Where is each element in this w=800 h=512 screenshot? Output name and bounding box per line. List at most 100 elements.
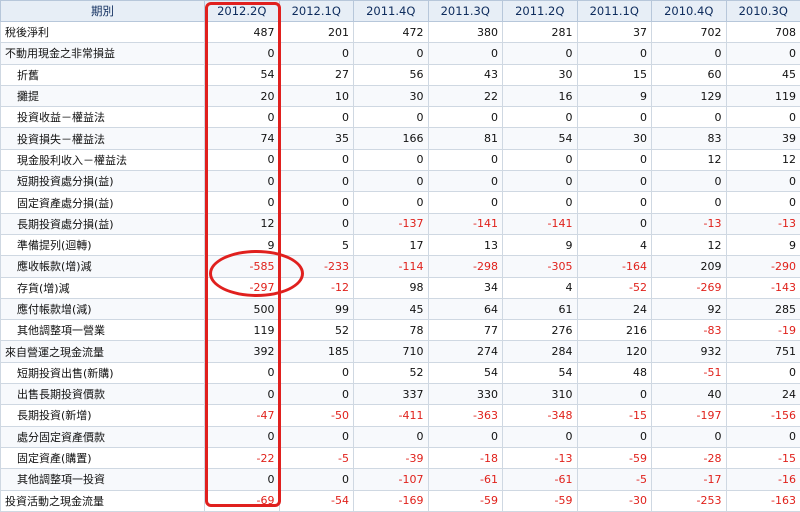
value-cell: 0: [726, 107, 800, 128]
value-cell: -141: [428, 213, 503, 234]
value-cell: 0: [577, 213, 652, 234]
value-cell: 20: [205, 85, 280, 106]
value-cell: 0: [577, 384, 652, 405]
value-cell: 0: [279, 192, 354, 213]
row-label: 其他調整項一營業: [1, 320, 205, 341]
value-cell: 78: [354, 320, 429, 341]
table-row: 投資損失－權益法74351668154308339: [1, 128, 800, 149]
value-cell: 0: [279, 362, 354, 383]
value-cell: 0: [205, 469, 280, 490]
value-cell: 22: [428, 85, 503, 106]
value-cell: -16: [726, 469, 800, 490]
value-cell: 0: [577, 192, 652, 213]
row-label: 短期投資處分損(益): [1, 171, 205, 192]
value-cell: 330: [428, 384, 503, 405]
value-cell: -5: [577, 469, 652, 490]
value-cell: 77: [428, 320, 503, 341]
value-cell: 380: [428, 22, 503, 43]
value-cell: 710: [354, 341, 429, 362]
value-cell: 54: [205, 64, 280, 85]
value-cell: 0: [652, 107, 727, 128]
value-cell: -51: [652, 362, 727, 383]
value-cell: 119: [726, 85, 800, 106]
value-cell: 0: [503, 192, 578, 213]
row-label: 固定資產(購置): [1, 447, 205, 468]
value-cell: 0: [279, 149, 354, 170]
column-header-quarter: 2011.3Q: [428, 1, 503, 22]
value-cell: 216: [577, 320, 652, 341]
value-cell: 0: [205, 171, 280, 192]
value-cell: -269: [652, 277, 727, 298]
value-cell: 0: [726, 43, 800, 64]
value-cell: -5: [279, 447, 354, 468]
value-cell: 83: [652, 128, 727, 149]
value-cell: -17: [652, 469, 727, 490]
column-header-period: 期別: [1, 1, 205, 22]
value-cell: 43: [428, 64, 503, 85]
row-label: 長期投資(新增): [1, 405, 205, 426]
value-cell: 10: [279, 85, 354, 106]
value-cell: 54: [428, 362, 503, 383]
value-cell: 0: [428, 426, 503, 447]
value-cell: 0: [726, 192, 800, 213]
value-cell: -19: [726, 320, 800, 341]
value-cell: 0: [428, 43, 503, 64]
value-cell: 0: [279, 469, 354, 490]
value-cell: -164: [577, 256, 652, 277]
value-cell: 0: [503, 107, 578, 128]
value-cell: -83: [652, 320, 727, 341]
value-cell: 45: [354, 298, 429, 319]
value-cell: 274: [428, 341, 503, 362]
table-row: 應付帳款增(減)500994564612492285: [1, 298, 800, 319]
value-cell: 0: [205, 192, 280, 213]
value-cell: 17: [354, 234, 429, 255]
value-cell: 166: [354, 128, 429, 149]
value-cell: 209: [652, 256, 727, 277]
value-cell: 0: [428, 149, 503, 170]
value-cell: 0: [354, 43, 429, 64]
table-row: 存貨(增)減-297-1298344-52-269-143: [1, 277, 800, 298]
value-cell: 0: [652, 171, 727, 192]
value-cell: 472: [354, 22, 429, 43]
row-label: 出售長期投資價款: [1, 384, 205, 405]
table-body: 稅後淨利48720147238028137702708不動用現金之非常損益000…: [1, 22, 800, 512]
value-cell: 30: [503, 64, 578, 85]
value-cell: 0: [205, 384, 280, 405]
value-cell: -12: [279, 277, 354, 298]
value-cell: 337: [354, 384, 429, 405]
value-cell: 0: [205, 149, 280, 170]
value-cell: -28: [652, 447, 727, 468]
row-label: 應收帳款(增)減: [1, 256, 205, 277]
value-cell: 4: [503, 277, 578, 298]
value-cell: 0: [354, 107, 429, 128]
table-row: 出售長期投資價款0033733031004024: [1, 384, 800, 405]
value-cell: 0: [577, 149, 652, 170]
value-cell: 0: [279, 107, 354, 128]
value-cell: 0: [279, 426, 354, 447]
table-row: 處分固定資產價款00000000: [1, 426, 800, 447]
value-cell: 81: [428, 128, 503, 149]
value-cell: 0: [279, 171, 354, 192]
value-cell: 12: [205, 213, 280, 234]
row-label: 長期投資處分損(益): [1, 213, 205, 234]
value-cell: 0: [577, 171, 652, 192]
table-row: 其他調整項一營業119527877276216-83-19: [1, 320, 800, 341]
value-cell: 0: [279, 213, 354, 234]
value-cell: 0: [428, 192, 503, 213]
value-cell: -233: [279, 256, 354, 277]
value-cell: -50: [279, 405, 354, 426]
table-row: 攤提20103022169129119: [1, 85, 800, 106]
value-cell: -30: [577, 490, 652, 511]
value-cell: 39: [726, 128, 800, 149]
table-row: 準備提列(迴轉)95171394129: [1, 234, 800, 255]
value-cell: 276: [503, 320, 578, 341]
value-cell: 0: [205, 362, 280, 383]
table-row: 稅後淨利48720147238028137702708: [1, 22, 800, 43]
value-cell: -15: [726, 447, 800, 468]
value-cell: 27: [279, 64, 354, 85]
column-header-quarter: 2010.4Q: [652, 1, 727, 22]
value-cell: -169: [354, 490, 429, 511]
value-cell: 74: [205, 128, 280, 149]
column-header-quarter: 2011.1Q: [577, 1, 652, 22]
value-cell: 0: [354, 171, 429, 192]
